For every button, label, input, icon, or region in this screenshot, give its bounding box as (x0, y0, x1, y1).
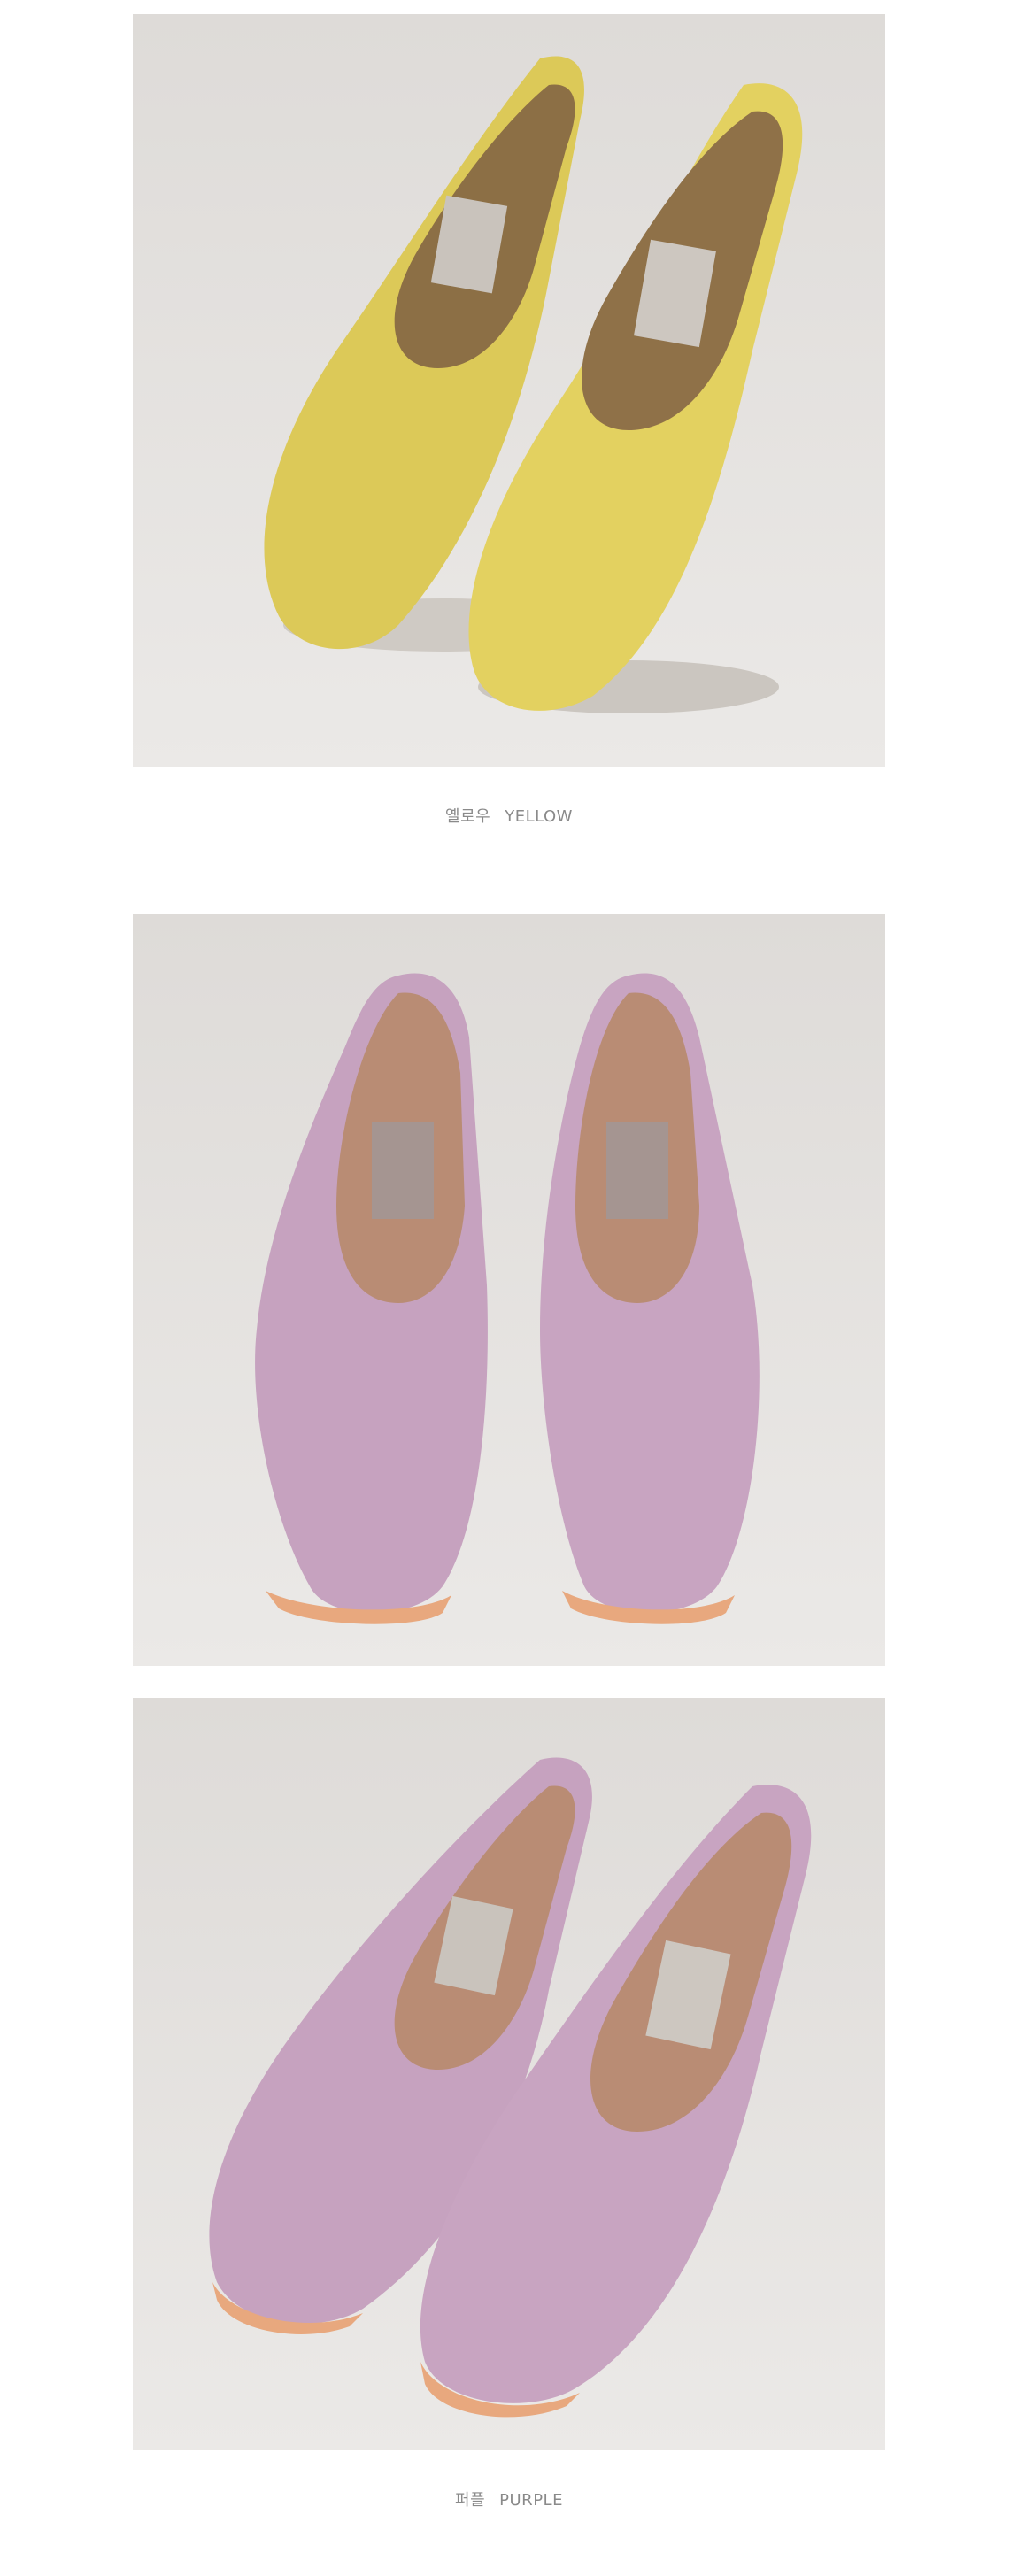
color-name-english: PURPLE (499, 2491, 563, 2510)
color-caption-purple: 퍼플 PURPLE (0, 2487, 1018, 2510)
color-name-korean: 퍼플 (455, 2491, 486, 2510)
product-photo-purple-front (133, 914, 885, 1666)
purple-shoes-front-image (133, 914, 885, 1666)
color-name-english: YELLOW (505, 807, 573, 826)
product-photo-purple-angled (133, 1698, 885, 2450)
product-photo-yellow (133, 14, 885, 767)
color-caption-yellow: 옐로우 YELLOW (0, 804, 1018, 827)
color-name-korean: 옐로우 (445, 807, 491, 826)
yellow-shoes-image (133, 14, 885, 767)
purple-shoes-angled-image (133, 1698, 885, 2450)
